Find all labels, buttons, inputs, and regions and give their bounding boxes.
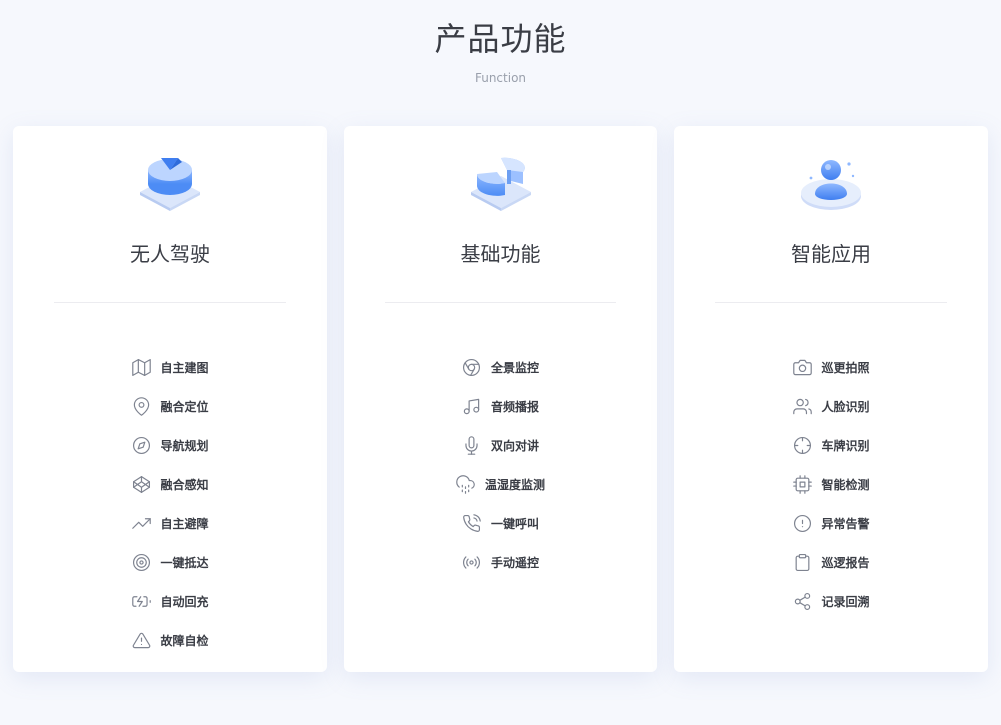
map-icon (131, 358, 151, 378)
card-title: 基础功能 (460, 242, 541, 266)
list-item: 自动回充 (13, 582, 327, 621)
isometric-pie-chart-icon (465, 146, 537, 218)
list-item-label: 巡逻报告 (821, 556, 870, 570)
page-title: 产品功能 (434, 20, 567, 58)
list-item-label: 人脸识别 (821, 400, 870, 414)
list-item: 全景监控 (344, 348, 657, 387)
music-icon (462, 397, 482, 417)
list-item: 人脸识别 (674, 387, 988, 426)
list-item: 双向对讲 (344, 426, 657, 465)
camera-icon (792, 358, 812, 378)
list-item: 手动遥控 (344, 543, 657, 582)
list-item: 异常告警 (674, 504, 988, 543)
cloud-drizzle-icon (456, 475, 476, 495)
crosshair-icon (792, 436, 812, 456)
location-pin-icon (131, 397, 151, 417)
list-item: 巡逻报告 (674, 543, 988, 582)
target-icon (131, 553, 151, 573)
list-item: 车牌识别 (674, 426, 988, 465)
feature-card-smart-applications: 智能应用 巡更拍照 人脸识别 车牌识别 智能检测 异常告警 巡逻报告 记录回溯 (674, 126, 988, 672)
list-item-label: 巡更拍照 (821, 361, 870, 375)
list-item: 故障自检 (13, 621, 327, 660)
card-title: 智能应用 (791, 242, 871, 266)
codepen-icon (131, 475, 151, 495)
card-divider (385, 302, 616, 303)
list-item: 自主避障 (13, 504, 327, 543)
list-item-label: 音频播报 (490, 400, 539, 414)
list-item: 音频播报 (344, 387, 657, 426)
list-item-label: 一键呼叫 (490, 517, 539, 531)
list-item: 温湿度监测 (344, 465, 657, 504)
page-subtitle: Function (474, 71, 527, 85)
alert-circle-icon (792, 514, 812, 534)
clipboard-icon (792, 553, 812, 573)
card-title: 无人驾驶 (130, 242, 210, 266)
list-item: 巡更拍照 (674, 348, 988, 387)
feature-list: 自主建图 融合定位 导航规划 融合感知 自主避障 一键抵达 自动回充 故障自检 (13, 348, 327, 660)
list-item-label: 手动遥控 (490, 556, 539, 570)
list-item: 导航规划 (13, 426, 327, 465)
feature-list: 巡更拍照 人脸识别 车牌识别 智能检测 异常告警 巡逻报告 记录回溯 (674, 348, 988, 621)
trending-up-icon (131, 514, 151, 534)
list-item-label: 自主建图 (160, 361, 209, 375)
list-item-label: 智能检测 (821, 478, 870, 492)
list-item-label: 记录回溯 (821, 595, 870, 609)
feature-list: 全景监控 音频播报 双向对讲 温湿度监测 一键呼叫 手动遥控 (344, 348, 657, 582)
list-item: 智能检测 (674, 465, 988, 504)
list-item: 一键抵达 (13, 543, 327, 582)
warning-triangle-icon (131, 631, 151, 651)
list-item: 融合感知 (13, 465, 327, 504)
feature-card-basic-functions: 基础功能 全景监控 音频播报 双向对讲 温湿度监测 一键呼叫 手动遥控 (344, 126, 657, 672)
list-item-label: 融合感知 (160, 478, 209, 492)
card-divider (715, 302, 947, 303)
list-item-label: 全景监控 (490, 361, 539, 375)
list-item-label: 导航规划 (160, 439, 209, 453)
list-item-label: 温湿度监测 (484, 478, 545, 492)
card-divider (54, 302, 286, 303)
feature-card-autonomous-driving: 无人驾驶 自主建图 融合定位 导航规划 融合感知 自主避障 一键抵达 自动回充 … (13, 126, 327, 672)
list-item-label: 自动回充 (160, 595, 209, 609)
cpu-icon (792, 475, 812, 495)
list-item: 自主建图 (13, 348, 327, 387)
list-item-label: 自主避障 (160, 517, 209, 531)
list-item: 一键呼叫 (344, 504, 657, 543)
share-icon (792, 592, 812, 612)
list-item-label: 故障自检 (160, 634, 209, 648)
list-item-label: 一键抵达 (160, 556, 209, 570)
radio-signal-icon (462, 553, 482, 573)
battery-charging-icon (131, 592, 151, 612)
isometric-person-icon (795, 146, 867, 218)
list-item-label: 双向对讲 (490, 439, 539, 453)
chrome-icon (462, 358, 482, 378)
list-item: 记录回溯 (674, 582, 988, 621)
users-icon (792, 397, 812, 417)
isometric-cylinder-icon (134, 146, 206, 218)
list-item-label: 车牌识别 (821, 439, 870, 453)
phone-call-icon (462, 514, 482, 534)
compass-icon (131, 436, 151, 456)
list-item-label: 异常告警 (821, 517, 870, 531)
list-item: 融合定位 (13, 387, 327, 426)
microphone-icon (462, 436, 482, 456)
list-item-label: 融合定位 (160, 400, 209, 414)
